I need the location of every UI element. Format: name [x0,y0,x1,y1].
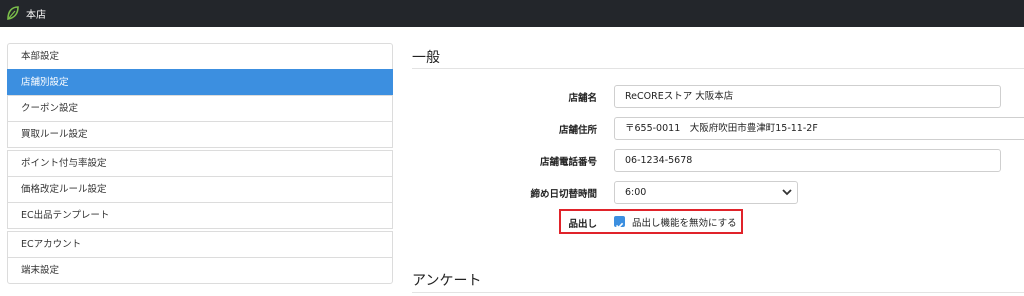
sidebar-item-ec-template[interactable]: EC出品テンプレート [7,202,393,229]
phone-input[interactable]: 06-1234-5678 [614,149,1001,172]
chevron-down-icon [782,189,792,196]
sidebar-item-headquarters[interactable]: 本部設定 [7,43,393,70]
sidebar-item-point-rate[interactable]: ポイント付与率設定 [7,150,393,177]
store-name-label: 店舗名 [568,93,597,104]
sidebar-item-coupons[interactable]: クーポン設定 [7,95,393,122]
section-divider [412,292,1024,293]
closing-time-select[interactable]: 6:00 [614,181,798,204]
address-input[interactable]: 〒655-0011 大阪府吹田市豊津町15-11-2F [614,117,1024,140]
closing-time-value: 6:00 [625,187,647,198]
settings-sidebar: 本部設定 店舗別設定 クーポン設定 買取ルール設定 ポイント付与率設定 価格改定… [7,43,393,284]
checkmark-icon [615,222,624,229]
store-name-input[interactable]: ReCOREストア 大阪本店 [614,85,1001,108]
sidebar-item-ec-account[interactable]: ECアカウント [7,231,393,258]
survey-section-title: アンケート [412,273,482,289]
closing-time-label: 締め日切替時間 [530,189,597,200]
sidebar-item-price-revision[interactable]: 価格改定ルール設定 [7,176,393,203]
picking-disable-label[interactable]: 品出し機能を無効にする [632,215,737,229]
sidebar-item-terminal[interactable]: 端末設定 [7,257,393,284]
sidebar-item-buyback-rules[interactable]: 買取ルール設定 [7,121,393,148]
address-label: 店舗住所 [558,125,597,136]
sidebar-item-store-settings[interactable]: 店舗別設定 [7,69,393,96]
picking-label: 品出し [568,219,597,230]
store-name[interactable]: 本店 [26,6,46,21]
phone-label: 店舗電話番号 [539,157,597,168]
leaf-logo-icon [7,6,19,20]
section-divider [412,68,1024,69]
top-bar: 本店 [0,0,1024,27]
general-section-title: 一般 [412,50,440,66]
picking-disable-checkbox[interactable] [614,216,625,229]
